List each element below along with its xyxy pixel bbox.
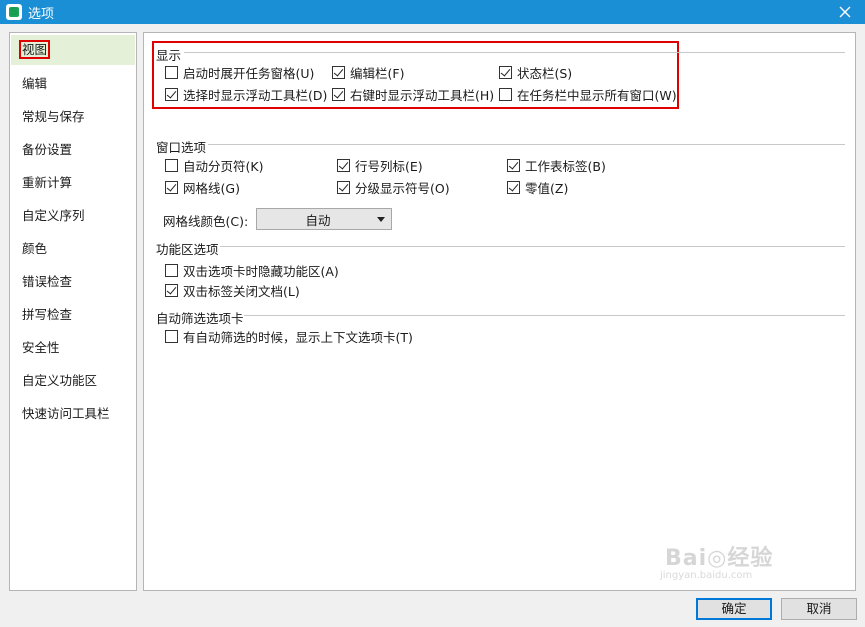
sidebar-item-backup[interactable]: 备份设置 (11, 135, 135, 165)
checkbox[interactable] (165, 65, 178, 79)
option-label: 行号列标(E) (355, 158, 423, 174)
close-button[interactable] (825, 0, 865, 24)
option-auto-page-break[interactable]: 自动分页符(K) (165, 156, 263, 174)
option-double-click-close-doc[interactable]: 双击标签关闭文档(L) (165, 281, 300, 299)
option-show-all-windows-taskbar[interactable]: 在任务栏中显示所有窗口(W) (499, 85, 677, 103)
checkbox[interactable] (499, 65, 512, 79)
checkbox[interactable] (507, 180, 520, 194)
checkbox[interactable] (165, 158, 178, 172)
option-label: 右键时显示浮动工具栏(H) (350, 87, 495, 103)
sidebar-item-recalculate[interactable]: 重新计算 (11, 168, 135, 198)
ok-button[interactable]: 确定 (696, 598, 772, 620)
sidebar-item-custom-ribbon[interactable]: 自定义功能区 (11, 366, 135, 396)
option-label: 在任务栏中显示所有窗口(W) (517, 87, 677, 103)
gridline-color-value: 自动 (305, 212, 331, 228)
checkbox[interactable] (165, 283, 178, 297)
option-autofilter-contextual-tab[interactable]: 有自动筛选的时候，显示上下文选项卡(T) (165, 327, 413, 345)
chevron-down-icon (377, 217, 385, 222)
option-label: 启动时展开任务窗格(U) (183, 65, 315, 81)
group-title-ribbon-options: 功能区选项 (156, 242, 219, 257)
sidebar-item-color[interactable]: 颜色 (11, 234, 135, 264)
checkbox[interactable] (332, 65, 345, 79)
sidebar-item-edit[interactable]: 编辑 (11, 69, 135, 99)
option-zero-values[interactable]: 零值(Z) (507, 178, 568, 196)
wps-app-icon (6, 4, 22, 20)
sidebar-item-custom-lists[interactable]: 自定义序列 (11, 201, 135, 231)
checkbox[interactable] (332, 87, 345, 101)
checkbox[interactable] (499, 87, 512, 101)
options-sidebar: 视图 编辑 常规与保存 备份设置 重新计算 自定义序列 颜色 错误检查 拼写检查… (9, 32, 137, 591)
option-label: 工作表标签(B) (525, 158, 606, 174)
checkbox[interactable] (337, 158, 350, 172)
option-label: 双击标签关闭文档(L) (183, 283, 300, 299)
window-title: 选项 (28, 6, 55, 22)
option-floating-toolbar-on-select[interactable]: 选择时显示浮动工具栏(D) (165, 85, 327, 103)
option-floating-toolbar-on-right-click[interactable]: 右键时显示浮动工具栏(H) (332, 85, 494, 103)
sidebar-item-security[interactable]: 安全性 (11, 333, 135, 363)
group-divider (208, 144, 845, 145)
sidebar-item-view[interactable]: 视图 (11, 35, 135, 65)
sidebar-item-label: 视图 (19, 40, 51, 59)
cancel-button[interactable]: 取消 (781, 598, 857, 620)
option-label: 编辑栏(F) (350, 65, 405, 81)
checkbox[interactable] (165, 180, 178, 194)
group-divider (184, 52, 845, 53)
option-sheet-tabs[interactable]: 工作表标签(B) (507, 156, 606, 174)
group-divider (244, 315, 845, 316)
gridline-color-select[interactable]: 自动 (256, 208, 392, 230)
option-expand-task-pane[interactable]: 启动时展开任务窗格(U) (165, 63, 314, 81)
option-label: 状态栏(S) (517, 65, 573, 81)
option-label: 网格线(G) (183, 180, 240, 196)
option-label: 自动分页符(K) (183, 158, 264, 174)
checkbox[interactable] (337, 180, 350, 194)
baidu-watermark-url: jingyan.baidu.com (660, 570, 753, 581)
group-title-autofilter: 自动筛选选项卡 (156, 311, 244, 326)
group-title-display: 显示 (156, 48, 182, 63)
option-gridlines[interactable]: 网格线(G) (165, 178, 240, 196)
sidebar-item-spell-check[interactable]: 拼写检查 (11, 300, 135, 330)
option-label: 选择时显示浮动工具栏(D) (183, 87, 328, 103)
group-divider (220, 246, 845, 247)
close-icon (839, 6, 851, 18)
option-row-col-headers[interactable]: 行号列标(E) (337, 156, 423, 174)
option-label: 零值(Z) (525, 180, 569, 196)
checkbox[interactable] (165, 87, 178, 101)
gridline-color-label: 网格线颜色(C): (163, 214, 249, 229)
baidu-watermark: Bai◎经验 (665, 546, 774, 571)
group-title-window-options: 窗口选项 (156, 140, 207, 155)
option-label: 有自动筛选的时候，显示上下文选项卡(T) (183, 329, 413, 345)
checkbox[interactable] (507, 158, 520, 172)
option-outline-symbols[interactable]: 分级显示符号(O) (337, 178, 450, 196)
sidebar-item-quick-access-toolbar[interactable]: 快速访问工具栏 (11, 399, 135, 429)
option-formula-bar[interactable]: 编辑栏(F) (332, 63, 404, 81)
checkbox[interactable] (165, 329, 178, 343)
sidebar-item-general-save[interactable]: 常规与保存 (11, 102, 135, 132)
sidebar-item-error-check[interactable]: 错误检查 (11, 267, 135, 297)
option-double-click-hide-ribbon[interactable]: 双击选项卡时隐藏功能区(A) (165, 261, 339, 279)
checkbox[interactable] (165, 263, 178, 277)
option-label: 分级显示符号(O) (355, 180, 450, 196)
title-bar: 选项 (0, 0, 865, 24)
option-status-bar[interactable]: 状态栏(S) (499, 63, 572, 81)
option-label: 双击选项卡时隐藏功能区(A) (183, 263, 339, 279)
options-panel: 显示 启动时展开任务窗格(U) 编辑栏(F) 状态栏(S) 选择时显示浮动工具栏… (143, 32, 856, 591)
